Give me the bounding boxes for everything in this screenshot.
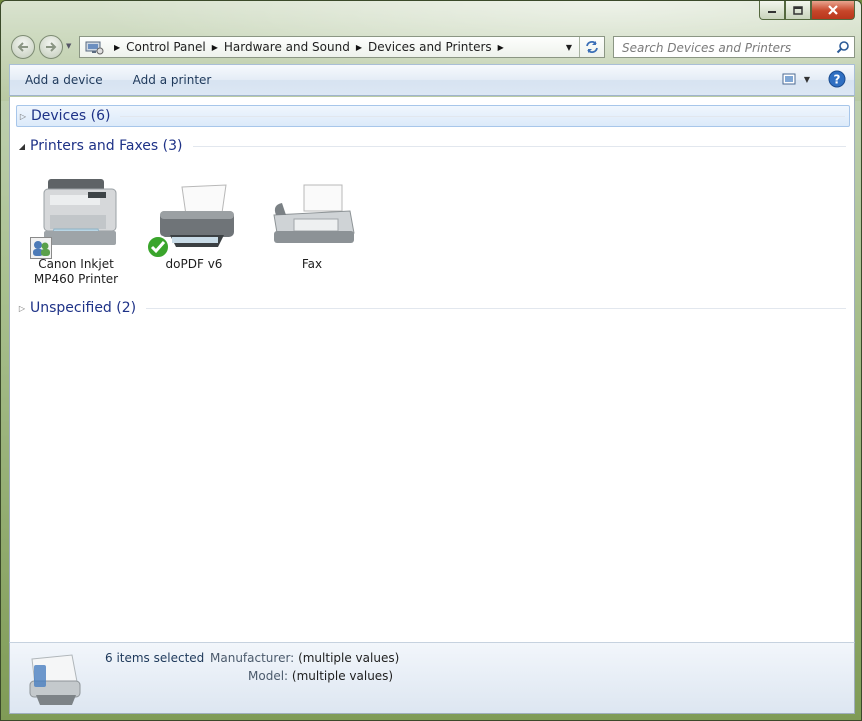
- multiple-devices-icon: [29, 654, 81, 705]
- group-title: Unspecified (2): [30, 300, 137, 316]
- model-property: Model: (multiple values): [248, 669, 393, 683]
- group-divider: [146, 307, 846, 309]
- view-icon: [782, 73, 796, 85]
- group-divider: [120, 115, 845, 117]
- model-value: (multiple values): [291, 669, 394, 683]
- group-divider: [192, 145, 846, 147]
- caption-buttons: [759, 1, 855, 20]
- view-dropdown-icon: ▼: [803, 74, 810, 84]
- search-input[interactable]: [620, 38, 834, 58]
- group-header-unspecified[interactable]: ▷ Unspecified (2): [16, 297, 850, 319]
- change-view-button[interactable]: ▼: [782, 73, 810, 85]
- group-title: Devices (6): [31, 108, 111, 124]
- group-header-printers-and-faxes[interactable]: ◢ Printers and Faxes (3): [16, 135, 850, 157]
- recent-pages-chevron-icon[interactable]: ▼: [66, 42, 71, 50]
- device-dopdf-printer[interactable]: doPDF v6: [136, 175, 252, 272]
- group-title: Printers and Faxes (3): [30, 138, 183, 154]
- device-label-line2: MP460 Printer: [33, 272, 119, 286]
- selection-count: 6 items selected: [105, 651, 205, 665]
- devices-view: ▷ Devices (6) ◢ Printers and Faxes (3) C…: [9, 97, 855, 642]
- details-pane: 6 items selected Manufacturer: (multiple…: [9, 642, 855, 714]
- toolbar-right: ▼ ?: [782, 70, 846, 88]
- control-panel-icon: [85, 41, 104, 55]
- svg-text:?: ?: [834, 73, 841, 87]
- breadcrumb-chevron-icon[interactable]: ▶: [498, 43, 504, 52]
- refresh-icon: [586, 41, 598, 53]
- explorer-window: ▼ ▶ Control Panel ▶ Hardware and Sound ▶…: [0, 0, 862, 721]
- refresh-button[interactable]: [579, 37, 604, 57]
- add-device-button[interactable]: Add a device: [10, 65, 118, 95]
- close-icon: [828, 5, 838, 15]
- device-label: Fax: [301, 257, 323, 271]
- manufacturer-value: (multiple values): [298, 651, 400, 665]
- shared-icon: [30, 237, 52, 259]
- device-label: doPDF v6: [165, 257, 223, 271]
- device-label: Canon Inkjet: [38, 257, 114, 271]
- back-button[interactable]: [11, 35, 35, 59]
- command-bar: Add a device Add a printer ▼ ?: [9, 64, 855, 96]
- breadcrumb-devices-and-printers[interactable]: Devices and Printers: [368, 40, 492, 54]
- collapsed-triangle-icon[interactable]: ▷: [16, 304, 28, 313]
- collapsed-triangle-icon[interactable]: ▷: [17, 112, 29, 121]
- search-icon[interactable]: [836, 40, 850, 54]
- minimize-icon: [768, 11, 776, 13]
- breadcrumb-chevron-icon[interactable]: ▶: [212, 43, 218, 52]
- breadcrumb-hardware-and-sound[interactable]: Hardware and Sound: [224, 40, 350, 54]
- help-icon[interactable]: ?: [828, 70, 846, 88]
- forward-button[interactable]: [39, 35, 63, 59]
- manufacturer-label: Manufacturer:: [210, 651, 295, 665]
- close-button[interactable]: [811, 1, 855, 20]
- default-check-icon: [146, 235, 170, 259]
- fax-icon: [273, 184, 355, 243]
- maximize-button[interactable]: [785, 1, 811, 20]
- breadcrumb: Control Panel ▶ Hardware and Sound ▶ Dev…: [126, 40, 510, 54]
- breadcrumb-control-panel[interactable]: Control Panel: [126, 40, 206, 54]
- model-label: Model:: [248, 669, 289, 683]
- breadcrumb-chevron-icon[interactable]: ▶: [114, 43, 120, 52]
- device-canon-printer[interactable]: Canon Inkjet MP460 Printer: [18, 175, 134, 287]
- forward-arrow-icon: [46, 42, 57, 52]
- back-arrow-icon: [17, 42, 28, 52]
- expanded-triangle-icon[interactable]: ◢: [16, 142, 28, 151]
- address-dropdown-icon[interactable]: ▼: [560, 37, 578, 57]
- breadcrumb-chevron-icon[interactable]: ▶: [356, 43, 362, 52]
- navigation-bar: ▼ ▶ Control Panel ▶ Hardware and Sound ▶…: [9, 33, 855, 61]
- maximize-icon: [793, 5, 803, 15]
- search-box[interactable]: [613, 36, 855, 58]
- address-bar[interactable]: ▶ Control Panel ▶ Hardware and Sound ▶ D…: [79, 36, 605, 58]
- manufacturer-property: Manufacturer: (multiple values): [210, 651, 399, 665]
- device-fax[interactable]: Fax: [254, 175, 370, 272]
- minimize-button[interactable]: [759, 1, 785, 20]
- add-printer-button[interactable]: Add a printer: [118, 65, 227, 95]
- group-header-devices[interactable]: ▷ Devices (6): [16, 105, 850, 127]
